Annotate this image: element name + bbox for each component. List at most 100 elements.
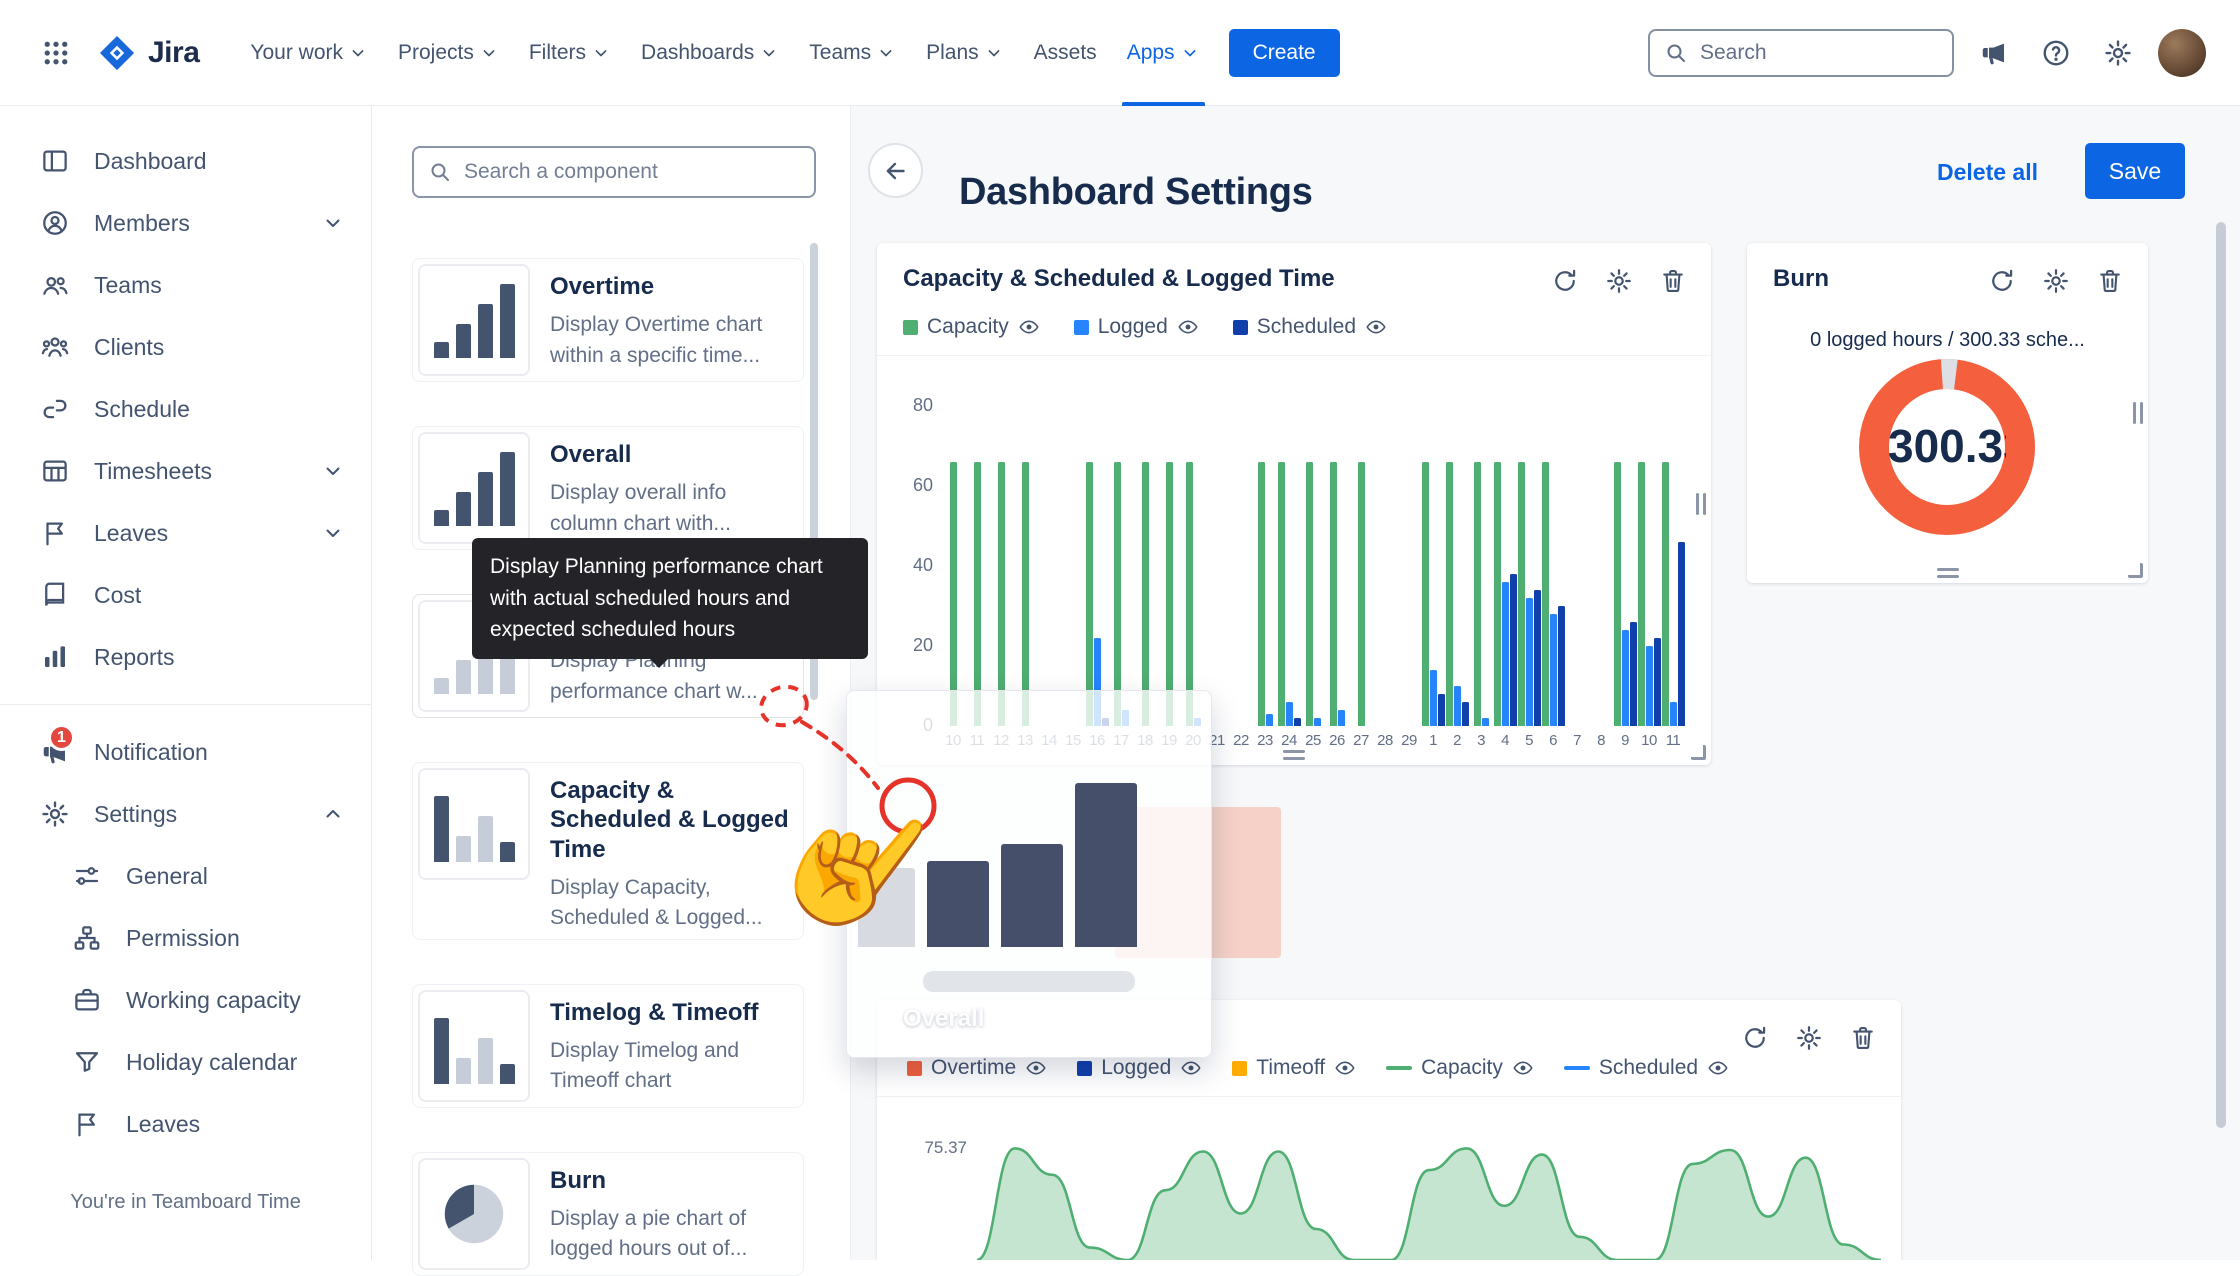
refresh-icon[interactable] [1988,267,2016,295]
resize-handle-corner[interactable] [1691,745,1706,760]
eye-icon[interactable] [1707,1057,1729,1079]
briefcase-icon [72,985,102,1015]
sidebar-item-general[interactable]: General [0,845,371,907]
nav-item-label: Dashboards [641,41,754,65]
bar-group [1493,406,1517,726]
sidebar-item-permission[interactable]: Permission [0,907,371,969]
bar-capacity [1330,462,1337,726]
resize-handle-east[interactable] [1696,493,1706,515]
resize-handle-corner[interactable] [2128,563,2143,578]
app-sidebar: DashboardMembersTeamsClientsScheduleTime… [0,106,372,1260]
nav-item-label: Filters [529,41,586,65]
nav-item-assets[interactable]: Assets [1019,0,1112,106]
eye-icon[interactable] [1180,1057,1202,1079]
sidebar-item-clients[interactable]: Clients [0,316,371,378]
component-card-burn[interactable]: BurnDisplay a pie chart of logged hours … [412,1152,804,1276]
global-search [1648,29,1954,77]
bar-capacity [1306,462,1313,726]
resize-handle-south[interactable] [1937,568,1959,578]
bar-logged [1338,710,1345,726]
eye-icon[interactable] [1365,316,1387,338]
bar-logged [1646,646,1653,726]
component-card-capacity-scheduled-logged-time[interactable]: Capacity & Scheduled & Logged TimeDispla… [412,762,804,940]
bar-group [965,406,989,726]
eye-icon[interactable] [1512,1057,1534,1079]
refresh-icon[interactable] [1741,1024,1769,1052]
sidebar-item-leaves[interactable]: Leaves [0,1093,371,1155]
chart-legend: CapacityLoggedScheduled [903,315,1387,339]
eye-icon[interactable] [1177,316,1199,338]
x-tick-label: 5 [1517,732,1541,749]
sidebar-item-working-capacity[interactable]: Working capacity [0,969,371,1031]
nav-item-dashboards[interactable]: Dashboards [626,0,794,106]
main-scrollbar[interactable] [2216,222,2226,1128]
delete-widget-icon[interactable] [1849,1024,1877,1052]
nav-item-plans[interactable]: Plans [911,0,1019,106]
widget-settings-icon[interactable] [1605,267,1633,295]
component-card-overall[interactable]: OverallDisplay overall info column chart… [412,426,804,550]
eye-icon[interactable] [1018,316,1040,338]
legend-item-capacity: Capacity [903,315,1040,339]
bar-group [1325,406,1349,726]
announcements-icon[interactable] [1972,31,2016,75]
component-card-timelog-timeoff[interactable]: Timelog & TimeoffDisplay Timelog and Tim… [412,984,804,1108]
sidebar-item-settings[interactable]: Settings [0,783,371,845]
help-icon[interactable] [2034,31,2078,75]
component-search-input[interactable] [462,159,800,185]
eye-icon[interactable] [1334,1057,1356,1079]
widget-actions [1741,1024,1877,1052]
save-button[interactable]: Save [2085,143,2185,199]
bar-logged [1550,614,1557,726]
widget-title: Capacity & Scheduled & Logged Time [903,265,1335,293]
refresh-icon[interactable] [1551,267,1579,295]
sidebar-item-members[interactable]: Members [0,192,371,254]
widget-settings-icon[interactable] [1795,1024,1823,1052]
nav-item-projects[interactable]: Projects [383,0,514,106]
delete-all-button[interactable]: Delete all [1931,158,2044,187]
sidebar-item-schedule[interactable]: Schedule [0,378,371,440]
global-search-input[interactable] [1698,40,1938,66]
legend-swatch [1233,320,1248,335]
nav-item-label: Your work [250,41,343,65]
settings-gear-icon[interactable] [2096,31,2140,75]
teams-icon [40,270,70,300]
sidebar-item-holiday-calendar[interactable]: Holiday calendar [0,1031,371,1093]
bar-group [1661,406,1685,726]
y-tick-label: 80 [877,395,933,416]
component-card-overtime[interactable]: OvertimeDisplay Overtime chart within a … [412,258,804,382]
widget-title: Burn [1773,265,1829,293]
nav-item-apps[interactable]: Apps [1112,0,1215,106]
y-tick-label: 60 [877,475,933,496]
jira-logo[interactable]: Jira [96,32,199,74]
nav-item-filters[interactable]: Filters [514,0,626,106]
nav-item-your-work[interactable]: Your work [235,0,383,106]
widget-settings-icon[interactable] [2042,267,2070,295]
sidebar-item-dashboard[interactable]: Dashboard [0,130,371,192]
app-switcher-icon[interactable] [34,31,78,75]
create-button[interactable]: Create [1229,29,1340,77]
back-button[interactable] [868,143,923,198]
search-icon [428,160,452,184]
bar-capacity [1022,462,1029,726]
sidebar-item-leaves[interactable]: Leaves [0,502,371,564]
dragged-widget-ghost[interactable]: Overall [846,690,1212,1058]
delete-widget-icon[interactable] [2096,267,2124,295]
bar-scheduled [1438,694,1445,726]
resize-handle-east[interactable] [2133,402,2143,424]
user-avatar[interactable] [2158,29,2206,77]
nav-item-teams[interactable]: Teams [794,0,911,106]
delete-widget-icon[interactable] [1659,267,1687,295]
x-tick-label: 23 [1253,732,1277,749]
sidebar-item-notification[interactable]: Notification1 [0,721,371,783]
sidebar-item-cost[interactable]: Cost [0,564,371,626]
x-tick-label: 24 [1277,732,1301,749]
resize-handle-south[interactable] [1283,750,1305,760]
bar-group [1205,406,1229,726]
sidebar-item-timesheets[interactable]: Timesheets [0,440,371,502]
sidebar-item-teams[interactable]: Teams [0,254,371,316]
page-title: Dashboard Settings [959,171,1313,214]
eye-icon[interactable] [1025,1057,1047,1079]
sidebar-item-reports[interactable]: Reports [0,626,371,688]
legend-swatch [1564,1066,1590,1070]
sidebar-item-label: Working capacity [126,987,345,1014]
